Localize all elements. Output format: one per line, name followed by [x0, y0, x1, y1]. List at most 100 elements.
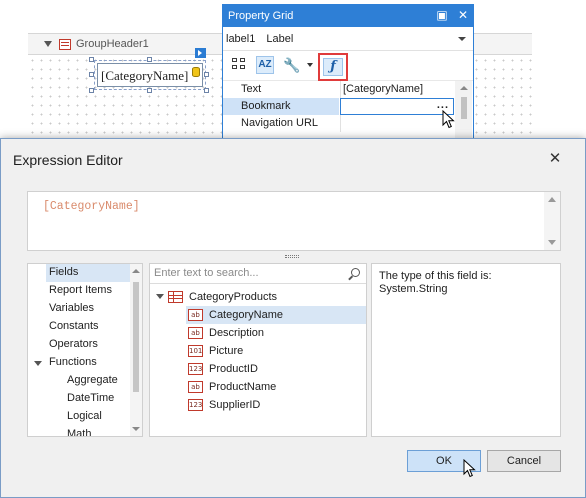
field-row[interactable]: ab CategoryName — [186, 306, 366, 324]
field-label: Description — [209, 327, 265, 339]
resize-handle[interactable] — [147, 88, 152, 93]
object-selector[interactable]: label1 Label — [223, 27, 473, 51]
category-item-report-items[interactable]: Report Items — [49, 282, 112, 300]
resize-handle[interactable] — [204, 72, 209, 77]
smart-tag-icon[interactable] — [195, 48, 206, 58]
field-row[interactable]: 123 ProductID — [186, 360, 366, 378]
category-label: Aggregate — [67, 374, 118, 386]
wrench-icon[interactable]: 🔧 — [283, 56, 301, 74]
band-label: GroupHeader1 — [76, 38, 149, 50]
field-label: ProductID — [209, 363, 258, 375]
resize-handle[interactable] — [89, 88, 94, 93]
category-item-variables[interactable]: Variables — [49, 300, 94, 318]
description-panel: The type of this field is: System.String — [371, 263, 561, 437]
string-field-icon: ab — [188, 327, 203, 339]
expression-mode-button[interactable]: ƒ — [318, 53, 348, 81]
string-field-icon: ab — [188, 309, 203, 321]
category-label: Fields — [49, 266, 79, 278]
property-grid-title: Property Grid — [228, 10, 294, 22]
category-label: Functions — [49, 356, 97, 368]
category-label: Constants — [49, 320, 99, 332]
property-value[interactable]: [CategoryName] — [340, 81, 454, 98]
resize-handle[interactable] — [204, 88, 209, 93]
category-label: Report Items — [49, 284, 112, 296]
mouse-cursor-icon — [463, 459, 476, 478]
data-source-label: CategoryProducts — [189, 291, 278, 303]
category-list: Fields Report Items Variables Constants … — [27, 263, 143, 437]
property-row-navigation-url[interactable]: Navigation URL — [223, 115, 473, 132]
field-label: CategoryName — [209, 309, 283, 321]
mouse-cursor-icon — [442, 110, 455, 129]
categorized-view-icon[interactable] — [231, 56, 249, 74]
close-icon[interactable]: ✕ — [456, 8, 470, 22]
expression-text[interactable]: [CategoryName] — [43, 200, 140, 213]
expression-input[interactable]: [CategoryName] — [27, 191, 561, 251]
property-row-bookmark[interactable]: Bookmark ... — [223, 98, 473, 115]
scroll-up-icon[interactable] — [460, 86, 468, 90]
binary-field-icon: 101 — [188, 345, 203, 357]
category-label: Logical — [67, 410, 102, 422]
field-row[interactable]: ab ProductName — [186, 378, 366, 396]
field-label: ProductName — [209, 381, 277, 393]
expression-editor-dialog: Expression Editor ✕ [CategoryName] Field… — [0, 138, 586, 498]
number-field-icon: 123 — [188, 363, 203, 375]
alphabetical-sort-icon[interactable]: AZ — [256, 56, 274, 74]
field-row[interactable]: ab Description — [186, 324, 366, 342]
scroll-up-icon[interactable] — [132, 269, 140, 273]
category-item-logical[interactable]: Logical — [67, 408, 102, 426]
cancel-button[interactable]: Cancel — [487, 450, 561, 472]
restore-window-icon[interactable]: ▣ — [435, 8, 449, 22]
object-name: label1 — [226, 33, 256, 45]
expand-triangle-icon[interactable] — [34, 361, 42, 366]
dialog-title: Expression Editor — [13, 152, 123, 168]
category-item-functions[interactable]: Functions — [49, 354, 97, 372]
label-control[interactable]: [CategoryName] — [94, 60, 206, 90]
property-grid-panel: Property Grid ▣ ✕ label1 Label AZ 🔧 ƒ Te… — [222, 4, 474, 140]
scroll-down-icon[interactable] — [548, 240, 556, 245]
group-header-icon — [59, 39, 71, 50]
category-item-math[interactable]: Math — [67, 426, 92, 437]
property-grid-toolbar: AZ 🔧 ƒ — [223, 51, 473, 81]
close-icon[interactable]: ✕ — [546, 150, 564, 168]
chevron-down-icon[interactable] — [307, 63, 313, 67]
resize-handle[interactable] — [89, 57, 94, 62]
database-binding-icon — [192, 67, 200, 77]
resize-handle[interactable] — [147, 57, 152, 62]
object-type: Label — [266, 33, 294, 45]
description-type: System.String — [379, 283, 448, 295]
table-icon — [168, 291, 183, 303]
category-item-aggregate[interactable]: Aggregate — [67, 372, 118, 390]
property-grid-titlebar: Property Grid ▣ ✕ — [223, 5, 473, 27]
category-scrollbar[interactable] — [130, 264, 142, 436]
category-label: Variables — [49, 302, 95, 314]
scroll-thumb[interactable] — [461, 97, 467, 119]
splitter-grip[interactable] — [285, 255, 299, 258]
category-label: Math — [67, 428, 92, 437]
resize-handle[interactable] — [89, 72, 94, 77]
expression-scrollbar[interactable] — [544, 192, 560, 250]
category-item-datetime[interactable]: DateTime — [67, 390, 114, 408]
category-item-constants[interactable]: Constants — [49, 318, 99, 336]
category-item-operators[interactable]: Operators — [49, 336, 98, 354]
property-row-text[interactable]: Text [CategoryName] — [223, 81, 473, 98]
scroll-up-icon[interactable] — [548, 197, 556, 202]
property-value[interactable] — [340, 115, 454, 132]
scroll-down-icon[interactable] — [132, 427, 140, 431]
property-rows: Text [CategoryName] Bookmark ... Navigat… — [223, 81, 473, 132]
collapse-triangle-icon[interactable] — [44, 41, 52, 47]
field-row[interactable]: 101 Picture — [186, 342, 366, 360]
tree-node-data-source[interactable]: CategoryProducts — [168, 288, 348, 306]
category-label: Operators — [49, 338, 98, 350]
search-input[interactable]: Enter text to search... — [150, 264, 366, 284]
expand-triangle-icon[interactable] — [156, 294, 164, 299]
category-item-fields[interactable]: Fields — [46, 264, 130, 282]
scroll-thumb[interactable] — [133, 282, 139, 392]
field-label: Picture — [209, 345, 244, 357]
field-row[interactable]: 123 SupplierID — [186, 396, 366, 414]
category-label: DateTime — [67, 392, 115, 404]
search-icon[interactable] — [351, 268, 360, 277]
property-value[interactable]: ... — [340, 98, 454, 115]
chevron-down-icon[interactable] — [458, 37, 466, 41]
property-grid-scrollbar[interactable] — [455, 81, 472, 139]
band-header-continuation — [472, 33, 532, 55]
